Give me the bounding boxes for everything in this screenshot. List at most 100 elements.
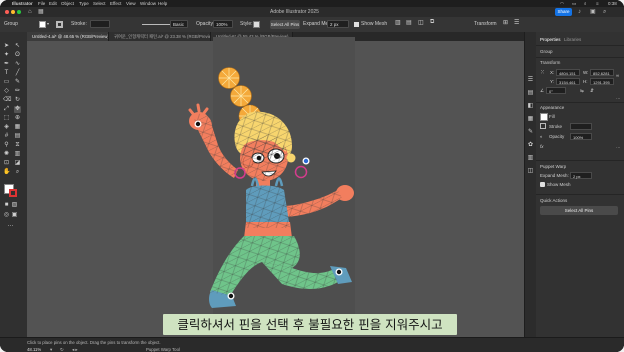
screen-mode-icon[interactable]: ▣ bbox=[11, 212, 18, 219]
artboard-nav-icon[interactable]: ◂ ▸ bbox=[72, 347, 78, 352]
rotate-view-icon[interactable]: ↻ bbox=[60, 347, 64, 352]
eraser-tool-icon[interactable]: ⌫ bbox=[3, 97, 11, 104]
panel-show-mesh-checkbox[interactable] bbox=[540, 182, 545, 187]
transform-button[interactable]: Transform bbox=[474, 21, 497, 27]
panel-select-all-pins-button[interactable]: Select All Pins bbox=[540, 206, 618, 215]
tab-doll-pattern[interactable]: 귀여운_인형캐릭터 패턴.ai* @ 23.38 % (RGB/Preview) bbox=[109, 32, 211, 41]
opacity-panel-field[interactable]: 100% bbox=[570, 133, 592, 140]
flip-horizontal-icon[interactable]: ⇋ bbox=[580, 88, 584, 94]
perspective-grid-icon[interactable]: ▦ bbox=[14, 124, 21, 131]
menu-edit[interactable]: Edit bbox=[49, 0, 57, 7]
workspace-icon[interactable]: ▣ bbox=[590, 7, 596, 17]
opacity-field[interactable]: 100% bbox=[213, 20, 233, 28]
isolate-icon[interactable]: ◫ bbox=[418, 19, 424, 26]
shaper-tool-icon[interactable]: ◇ bbox=[3, 88, 10, 95]
panel-expand-mesh-field[interactable]: 2 px bbox=[570, 172, 592, 179]
fill-dropdown-icon[interactable]: ▾ bbox=[47, 21, 49, 26]
more-transform-icon[interactable]: … bbox=[616, 95, 621, 100]
gradient-mode-icon[interactable]: ▧ bbox=[11, 202, 18, 209]
menu-view[interactable]: View bbox=[126, 0, 136, 7]
stroke-appearance-swatch[interactable] bbox=[540, 123, 546, 129]
zoom-tool-icon[interactable]: ⌕ bbox=[14, 169, 21, 176]
zoom-dropdown-icon[interactable]: ▾ bbox=[50, 347, 52, 352]
select-all-pins-button[interactable]: Select All Pins bbox=[270, 20, 300, 29]
symbol-sprayer-icon[interactable]: ✺ bbox=[3, 151, 10, 158]
eyedropper-tool-icon[interactable]: ⚲ bbox=[3, 142, 10, 149]
style-swatch[interactable] bbox=[253, 21, 260, 28]
free-transform-icon[interactable]: ⬚ bbox=[3, 115, 10, 122]
rectangle-tool-icon[interactable]: ▭ bbox=[3, 79, 10, 86]
hand-tool-icon[interactable]: ✋ bbox=[3, 169, 10, 176]
draw-mode-icon[interactable]: ◎ bbox=[3, 212, 10, 219]
swatches-panel-icon[interactable]: ▦ bbox=[527, 116, 534, 123]
brushes-panel-icon[interactable]: ✎ bbox=[527, 129, 534, 136]
menu-window[interactable]: Window bbox=[140, 0, 156, 7]
fill-swatch[interactable] bbox=[39, 21, 46, 28]
stroke-weight-field[interactable] bbox=[90, 20, 110, 28]
stroke-weight-panel-field[interactable] bbox=[570, 123, 592, 130]
line-tool-icon[interactable]: ╱ bbox=[14, 70, 21, 77]
share-button[interactable]: Share bbox=[555, 8, 572, 16]
shape-builder-icon[interactable]: ⊕ bbox=[14, 115, 21, 122]
graph-tool-icon[interactable]: ▥ bbox=[14, 151, 21, 158]
rotate-field[interactable]: 0° bbox=[546, 87, 566, 94]
fill-appearance-swatch[interactable] bbox=[540, 113, 548, 121]
color-mode-icon[interactable]: ■ bbox=[3, 202, 10, 209]
distribute-icon[interactable]: ▤ bbox=[406, 19, 412, 26]
close-window-button[interactable] bbox=[5, 10, 9, 14]
brush-preview[interactable] bbox=[142, 24, 170, 25]
character-artwork[interactable] bbox=[27, 41, 524, 337]
home-icon[interactable]: ⌂ bbox=[28, 7, 32, 17]
zoom-level[interactable]: 48.11% bbox=[27, 347, 41, 352]
scale-tool-icon[interactable]: ⤢ bbox=[3, 106, 10, 113]
artboard-tool-icon[interactable]: ⊡ bbox=[3, 160, 10, 167]
brush-tool-icon[interactable]: ✎ bbox=[14, 79, 21, 86]
fx-button[interactable]: fx bbox=[540, 144, 544, 149]
more-options-icon[interactable]: ☰ bbox=[514, 19, 519, 26]
pencil-tool-icon[interactable]: ✏ bbox=[14, 88, 21, 95]
slice-tool-icon[interactable]: ◪ bbox=[14, 160, 21, 167]
layers-panel-icon[interactable]: ◧ bbox=[527, 103, 534, 110]
tab-libraries[interactable]: Libraries bbox=[564, 37, 581, 42]
direct-selection-icon[interactable]: ↖ bbox=[14, 43, 21, 50]
arrange-objects-icon[interactable]: ⧉ bbox=[430, 19, 434, 26]
mesh-tool-icon[interactable]: # bbox=[3, 133, 10, 140]
live-paint-icon[interactable]: ◈ bbox=[3, 124, 10, 131]
arrange-icon[interactable]: ▦ bbox=[38, 7, 44, 17]
expand-mesh-field[interactable]: 2 px bbox=[327, 20, 349, 28]
rotate-tool-icon[interactable]: ↻ bbox=[14, 97, 21, 104]
lasso-tool-icon[interactable]: ʘ bbox=[14, 52, 21, 59]
tab-untitled-4[interactable]: Untitled-4.ai* @ 48.65 % (RGB/Preview) bbox=[27, 32, 109, 41]
align-panel-icon[interactable]: ▥ bbox=[527, 155, 534, 162]
symbols-panel-icon[interactable]: ✿ bbox=[527, 142, 534, 149]
more-appearance-icon[interactable]: … bbox=[616, 144, 621, 149]
selection-tool-icon[interactable]: ➤ bbox=[3, 43, 10, 50]
zoom-window-button[interactable] bbox=[17, 10, 21, 14]
menu-object[interactable]: Object bbox=[61, 0, 74, 7]
menu-help[interactable]: Help bbox=[158, 0, 167, 7]
show-mesh-checkbox[interactable] bbox=[354, 22, 359, 27]
reference-point-icon[interactable]: ⁙ bbox=[540, 69, 545, 76]
control-center-icon[interactable]: ≡ bbox=[596, 0, 599, 7]
constrain-proportions-icon[interactable]: ∞ bbox=[616, 73, 619, 78]
w-field[interactable]: 852.6281 bbox=[590, 69, 614, 76]
menu-select[interactable]: Select bbox=[93, 0, 106, 7]
bell-icon[interactable]: ♪ bbox=[578, 7, 581, 17]
tab-properties[interactable]: Properties bbox=[540, 37, 561, 42]
magic-wand-icon[interactable]: ✦ bbox=[3, 52, 10, 59]
pen-tool-icon[interactable]: ✒ bbox=[3, 61, 10, 68]
menu-type[interactable]: Type bbox=[79, 0, 89, 7]
flip-vertical-icon[interactable]: ⇵ bbox=[590, 88, 594, 94]
brush-definition-dropdown[interactable]: Basic bbox=[170, 20, 188, 28]
search-icon[interactable]: ⌕ bbox=[584, 0, 587, 7]
type-tool-icon[interactable]: T bbox=[3, 70, 10, 77]
stroke-color-swatch[interactable] bbox=[9, 189, 17, 197]
blend-tool-icon[interactable]: ⧖ bbox=[14, 142, 21, 149]
x-field[interactable]: 4804.151 bbox=[556, 69, 580, 76]
gradient-tool-icon[interactable]: ▤ bbox=[14, 133, 21, 140]
menu-file[interactable]: File bbox=[38, 0, 45, 7]
transform-options-icon[interactable]: ⊞ bbox=[503, 19, 508, 26]
edit-toolbar-icon[interactable]: … bbox=[7, 222, 14, 229]
properties-panel-icon[interactable]: ☰ bbox=[527, 77, 534, 84]
menu-effect[interactable]: Effect bbox=[110, 0, 121, 7]
